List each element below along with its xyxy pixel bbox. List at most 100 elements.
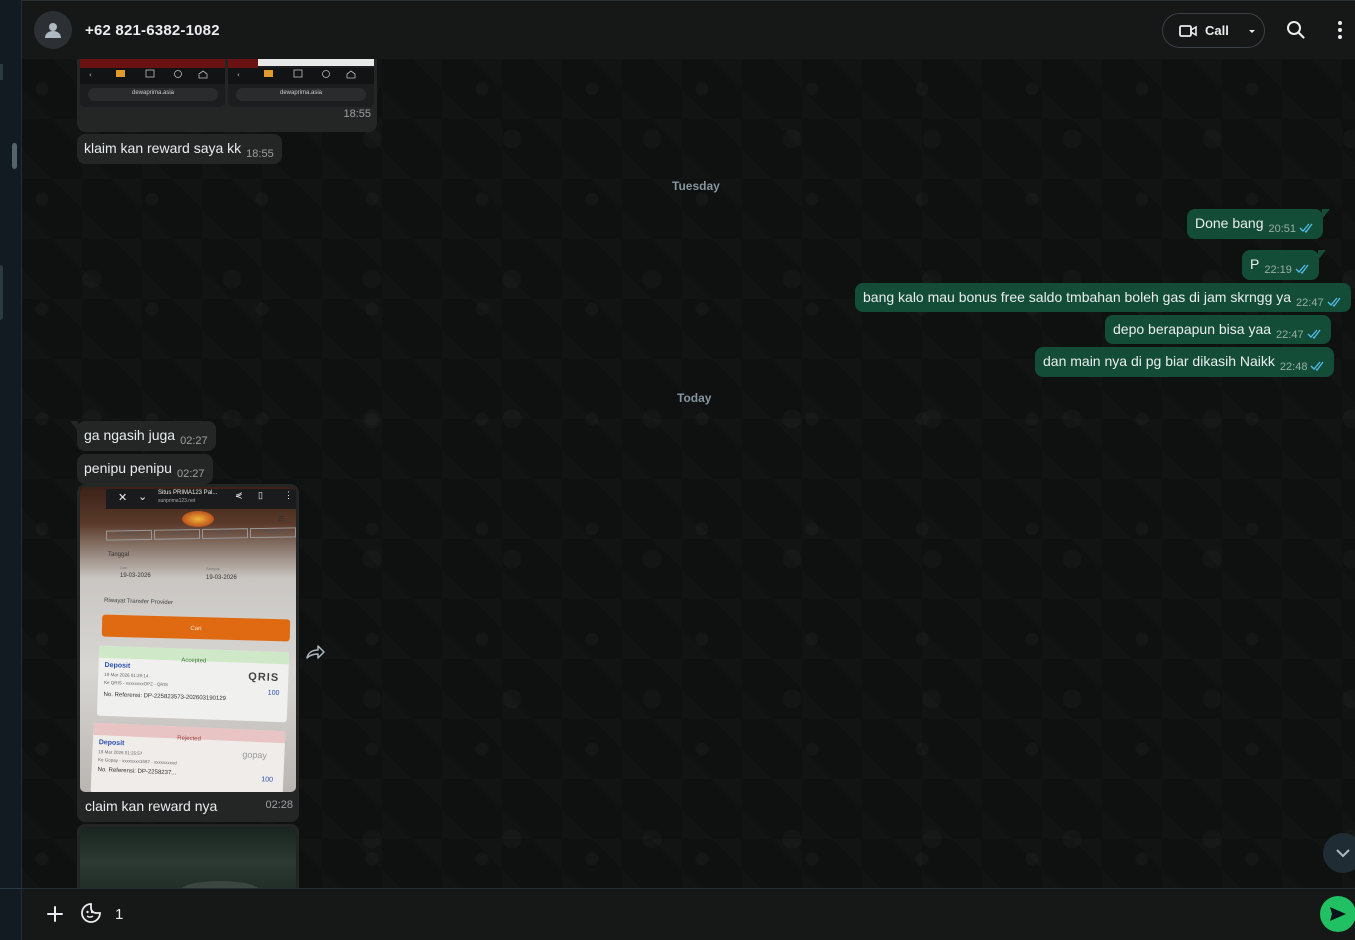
message-time: 18:55: [343, 108, 371, 120]
message-text: penipu penipu: [84, 460, 172, 476]
read-receipt-icon: [1307, 329, 1321, 339]
chat-header: +62 821-6382-1082 Call: [22, 0, 1355, 59]
message-text: P: [1250, 256, 1260, 272]
contact-name[interactable]: +62 821-6382-1082: [85, 22, 220, 39]
deposit-label: Deposit: [98, 739, 125, 748]
overflow-icon: ⋮: [284, 490, 293, 500]
rejected-card: Rejected Deposit 19 Mar 2026 01:25:57 Ke…: [90, 722, 286, 792]
rejected-label: Rejected: [177, 735, 201, 743]
deposit-destination: Ke Gopay - xxxxxxxx1567 - xxxxxxxxxd: [97, 757, 177, 766]
site-title: Situs PRIMA123 Pal...: [158, 490, 218, 496]
send-icon: [1330, 907, 1346, 921]
browser-collapse-icon: ⌄: [138, 491, 148, 503]
svg-text:‹: ‹: [89, 71, 92, 79]
sticker-emoji-icon[interactable]: [79, 901, 103, 925]
tab-withdraw: Withdraw: [249, 527, 296, 539]
browser-close-icon: ✕: [118, 492, 128, 504]
contact-avatar[interactable]: [34, 11, 72, 49]
image-thumbnail[interactable]: ✕ ⌄ Situs PRIMA123 Pal... sunprima123.ne…: [80, 487, 296, 792]
default-avatar-icon: [45, 23, 61, 38]
message-input[interactable]: [115, 900, 1305, 928]
image-thumbnail[interactable]: [80, 827, 296, 888]
image-message[interactable]: [77, 824, 299, 888]
to-date: 19-03-2026: [206, 575, 237, 581]
read-receipt-icon: [1299, 223, 1313, 233]
chevron-down-icon: [1248, 29, 1255, 33]
date-label: Tanggal: [108, 552, 130, 558]
bookmark-icon: ▯: [258, 490, 263, 500]
kebab-menu-icon: [1338, 21, 1342, 39]
read-receipt-icon: [1295, 264, 1309, 274]
forward-icon[interactable]: [304, 643, 326, 663]
tab-transfer: Transfer: [201, 528, 249, 539]
chat-list-edge: [0, 0, 22, 940]
send-button[interactable]: [1320, 896, 1355, 932]
accepted-card: Accepted Deposit 19 Mar 2026 01:29:14 Ke…: [96, 645, 290, 723]
message-time: 18:55: [246, 148, 274, 160]
app-nav-icons: ‹: [237, 69, 356, 79]
message-time: 20:51: [1268, 223, 1297, 235]
deposit-reference: No. Referensi: DP-2258237...: [97, 767, 177, 777]
image-url-text: dewaprima.asia: [132, 90, 175, 96]
image-thumbnail[interactable]: ‹ dewaprima.asia: [228, 59, 374, 107]
message-pane[interactable]: ‹ dewaprima.asia ‹ dewaprima.asia 18:55 …: [22, 59, 1355, 888]
incoming-message[interactable]: penipu penipu 02:27: [77, 454, 213, 484]
menu-button[interactable]: [1334, 18, 1346, 42]
chevron-down-icon: [1336, 849, 1350, 858]
call-button[interactable]: Call: [1162, 13, 1265, 48]
outgoing-message[interactable]: Done bang 20:51: [1187, 209, 1331, 239]
to-label: Sampai: [206, 566, 220, 571]
date-separator: Tuesday: [672, 179, 720, 193]
message-time: 22:19: [1264, 264, 1292, 276]
message-time: 02:27: [180, 435, 208, 447]
outgoing-message[interactable]: P 22:19: [1242, 250, 1326, 280]
read-receipt-icon: [1327, 297, 1341, 307]
image-caption: claim kan reward nya: [85, 798, 218, 814]
share-icon: ⋞: [235, 490, 243, 500]
chat-list-scrollbar[interactable]: [12, 143, 17, 169]
bubble-tail: [70, 421, 78, 431]
whatsapp-web-window: +62 821-6382-1082 Call ‹ dewaprima.asia …: [0, 0, 1355, 940]
deposit-amount: 100: [267, 689, 280, 698]
image-url-text: dewaprima.asia: [280, 90, 323, 96]
image-message[interactable]: ✕ ⌄ Situs PRIMA123 Pal... sunprima123.ne…: [77, 484, 299, 822]
message-time: 02:27: [176, 468, 205, 480]
deposit-date: 19 Mar 2026 01:29:14: [104, 671, 149, 679]
incoming-message[interactable]: klaim kan reward saya kk 18:55: [77, 134, 282, 164]
site-url: sunprima123.net: [158, 498, 196, 504]
list-divider: [0, 888, 22, 889]
hamburger-icon: ≡: [278, 513, 285, 525]
app-nav-icons: ‹: [89, 69, 208, 79]
bubble-tail: [1317, 250, 1326, 260]
search-button[interactable]: [1284, 18, 1308, 42]
message-text: ga ngasih juga: [84, 427, 176, 443]
message-text: dan main nya di pg biar dikasih Naikk: [1043, 353, 1275, 369]
outgoing-message[interactable]: bang kalo mau bonus free saldo tmbahan b…: [855, 283, 1351, 312]
image-thumbnail[interactable]: ‹ dewaprima.asia: [80, 59, 225, 107]
deposit-destination: Ke QRIS - xxxxxxxxOPZ - QRIS: [103, 679, 169, 688]
message-text: bang kalo mau bonus free saldo tmbahan b…: [863, 289, 1292, 305]
plus-icon[interactable]: [44, 903, 66, 925]
video-camera-icon: [1179, 24, 1197, 37]
search-icon: [1287, 21, 1305, 39]
deposit-reference: No. Referensi: DP-225823573-202603190129: [103, 691, 227, 703]
search-button-text: Cari: [190, 625, 202, 633]
svg-text:‹: ‹: [237, 71, 240, 79]
deposit-label: Deposit: [104, 661, 131, 670]
outgoing-message[interactable]: depo berapapun bisa yaa 22:47: [1105, 315, 1331, 344]
image-message[interactable]: ‹ dewaprima.asia ‹ dewaprima.asia 18:55: [77, 59, 377, 132]
from-label: Dari: [120, 565, 128, 570]
read-receipt-icon: [1310, 361, 1324, 371]
scroll-to-bottom-button[interactable]: [1323, 833, 1355, 873]
qris-logo: QRIS: [248, 670, 280, 684]
gopay-logo: gopay: [242, 749, 268, 761]
message-text: Done bang: [1195, 215, 1264, 231]
message-time: 22:47: [1296, 297, 1324, 309]
bubble-tail: [1322, 209, 1331, 219]
tab-deposit: Deposit: [153, 529, 201, 540]
tab-rekening: Rekening: [105, 529, 153, 541]
outgoing-message[interactable]: dan main nya di pg biar dikasih Naikk 22:…: [1035, 347, 1335, 377]
list-edge-marker: [0, 64, 3, 80]
message-text: klaim kan reward saya kk: [84, 140, 242, 156]
incoming-message[interactable]: ga ngasih juga 02:27: [70, 421, 216, 451]
